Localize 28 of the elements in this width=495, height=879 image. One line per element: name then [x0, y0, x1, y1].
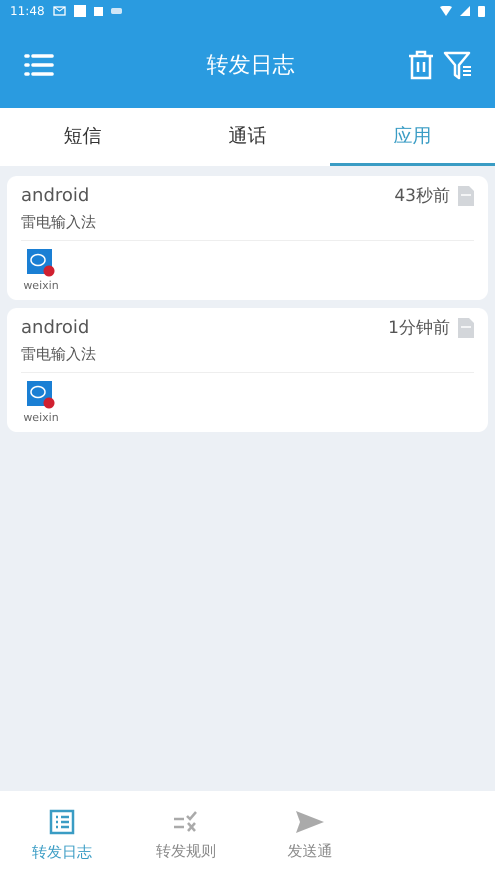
nav-tab[interactable]: 发送通 [248, 791, 372, 879]
log-time: 1分钟前 [388, 317, 450, 339]
status-time: 11:48 [10, 4, 45, 18]
log-content: 雷电输入法 [21, 213, 474, 241]
battery-icon [478, 5, 485, 17]
app-title: 转发日志 [206, 52, 296, 80]
document-icon [458, 318, 474, 338]
log-card[interactable]: android 1分钟前 雷电输入法 weixin [7, 308, 488, 432]
chat-app-icon [27, 249, 55, 277]
log-source: android [21, 317, 90, 338]
signal-icon [460, 6, 470, 16]
mail-icon [52, 6, 66, 16]
app-name: weixin [23, 411, 59, 424]
log-card[interactable]: android 43秒前 雷电输入法 weixin [7, 176, 488, 300]
checklist-icon [172, 810, 200, 834]
log-time: 43秒前 [394, 185, 450, 207]
chat-app-icon [27, 381, 55, 409]
square-icon [74, 5, 86, 17]
log-content: 雷电输入法 [21, 345, 474, 373]
app-name: weixin [23, 279, 59, 292]
send-icon [295, 810, 325, 834]
notification-icon [110, 8, 122, 14]
wifi-icon [440, 6, 452, 16]
document-icon [458, 186, 474, 206]
log-source: android [21, 185, 90, 206]
notification-icon [94, 6, 103, 16]
nav-tab[interactable]: 转发规则 [124, 791, 248, 879]
list-icon [49, 808, 75, 834]
